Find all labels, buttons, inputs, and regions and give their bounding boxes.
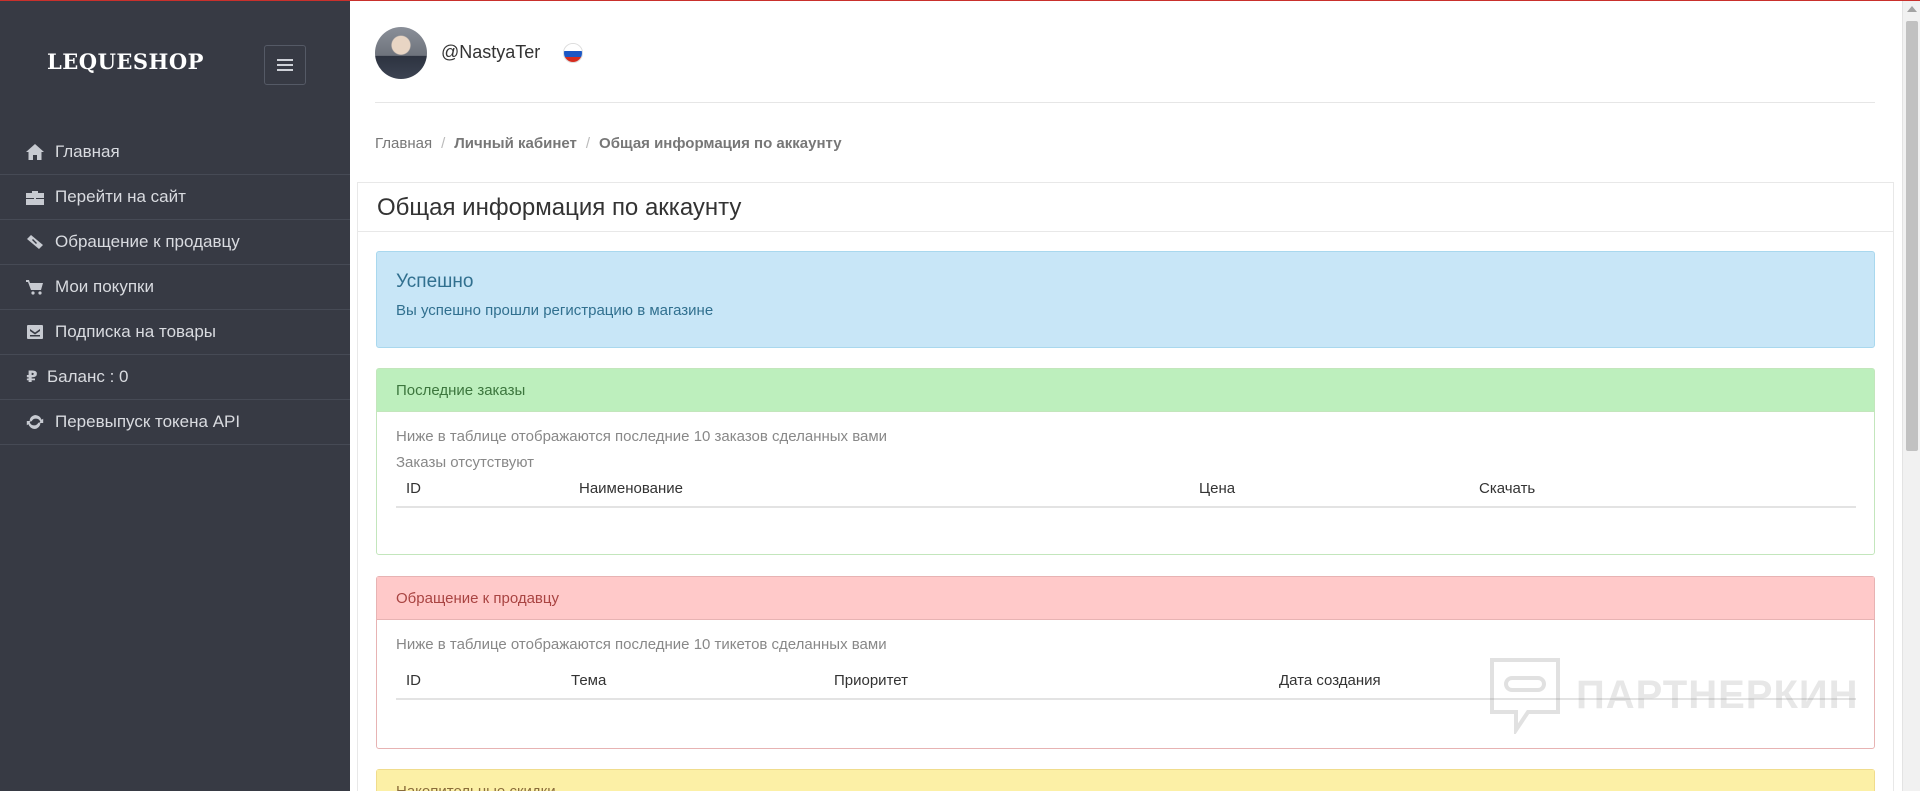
breadcrumb: Главная / Личный кабинет / Общая информация … (375, 135, 842, 152)
brand-logo[interactable]: LEQUESHOP (47, 49, 204, 74)
scroll-up-arrow-icon[interactable] (1907, 6, 1917, 12)
sidebar-item-contact-seller[interactable]: Обращение к продавцу (0, 220, 350, 265)
brand-row: LEQUESHOP (0, 1, 350, 129)
column-header: Приоритет (834, 672, 908, 689)
breadcrumb-home[interactable]: Главная (375, 135, 432, 152)
sidebar-item-label: Мои покупки (55, 277, 154, 296)
sidebar-item-label: Перевыпуск токена API (55, 412, 241, 431)
hamburger-icon (277, 59, 293, 71)
sidebar-item-label: Баланс : 0 (47, 367, 129, 386)
sidebar-item-subscriptions[interactable]: Подписка на товары (0, 310, 350, 355)
breadcrumb-separator: / (441, 135, 446, 152)
username[interactable]: @NastyaTer (441, 42, 540, 63)
user-header: @NastyaTer (375, 27, 1875, 103)
column-header: Скачать (1479, 480, 1536, 497)
sidebar-item-my-purchases[interactable]: Мои покупки (0, 265, 350, 310)
breadcrumb-cabinet[interactable]: Личный кабинет (454, 135, 577, 152)
column-header: Цена (1199, 480, 1236, 497)
menu-toggle-button[interactable] (264, 45, 306, 85)
page-title: Общая информация по аккаунту (377, 194, 742, 221)
recent-orders-card: Последние заказы Ниже в таблице отобража… (376, 368, 1875, 555)
column-header: Дата создания (1279, 672, 1381, 689)
orders-table-header: ID Наименование Цена Скачать (396, 474, 1856, 508)
divider (357, 231, 1894, 232)
seller-tickets-description: Ниже в таблице отображаются последние 10… (396, 636, 887, 653)
sidebar-item-label: Подписка на товары (55, 322, 216, 341)
watermark-text: ПАРТНЕРКИН (1576, 672, 1859, 717)
sidebar-item-label: Главная (55, 141, 120, 161)
discounts-heading: Накопительные скидки (377, 770, 1874, 791)
scrollbar-thumb[interactable] (1906, 21, 1918, 451)
sidebar-nav: Главная Перейти на сайт Обращение к прод… (0, 129, 350, 445)
home-icon (25, 142, 45, 162)
briefcase-icon (25, 187, 45, 207)
cart-icon (25, 277, 45, 297)
watermark: ПАРТНЕРКИН (1488, 656, 1859, 734)
breadcrumb-current: Общая информация по аккаунту (599, 135, 842, 152)
sidebar-item-label: Перейти на сайт (55, 187, 186, 206)
sidebar-item-home[interactable]: Главная (0, 129, 350, 175)
watermark-logo-icon (1490, 658, 1560, 734)
recent-orders-heading: Последние заказы (377, 369, 1874, 412)
vertical-scrollbar[interactable] (1902, 1, 1920, 791)
breadcrumb-separator: / (585, 135, 591, 152)
column-header: ID (406, 672, 421, 689)
ticket-icon (25, 232, 45, 252)
alert-title: Успешно (396, 271, 474, 292)
sidebar-item-balance[interactable]: ₽ Баланс : 0 (0, 355, 350, 400)
sidebar: LEQUESHOP Главная Перейти на сайт Обраще… (0, 1, 350, 791)
avatar[interactable] (375, 27, 427, 79)
seller-tickets-heading: Обращение к продавцу (377, 577, 1874, 620)
sidebar-item-go-to-site[interactable]: Перейти на сайт (0, 175, 350, 220)
ruble-icon: ₽ (26, 369, 38, 386)
recent-orders-description: Ниже в таблице отображаются последние 10… (396, 428, 888, 445)
sidebar-item-reissue-api-token[interactable]: Перевыпуск токена API (0, 400, 350, 445)
orders-empty-text: Заказы отсутствуют (396, 454, 535, 471)
envelope-icon (25, 322, 45, 342)
russia-flag-icon[interactable] (563, 43, 583, 63)
success-alert: Успешно Вы успешно прошли регистрацию в … (376, 251, 1875, 348)
alert-text: Вы успешно прошли регистрацию в магазине (396, 302, 714, 319)
sidebar-item-label: Обращение к продавцу (55, 232, 240, 251)
column-header: Тема (571, 672, 607, 689)
column-header: ID (406, 480, 421, 497)
refresh-icon (25, 412, 45, 432)
column-header: Наименование (579, 480, 683, 497)
panel-heading: Общая информация по аккаунту (357, 182, 1894, 232)
discounts-card: Накопительные скидки (376, 769, 1875, 791)
